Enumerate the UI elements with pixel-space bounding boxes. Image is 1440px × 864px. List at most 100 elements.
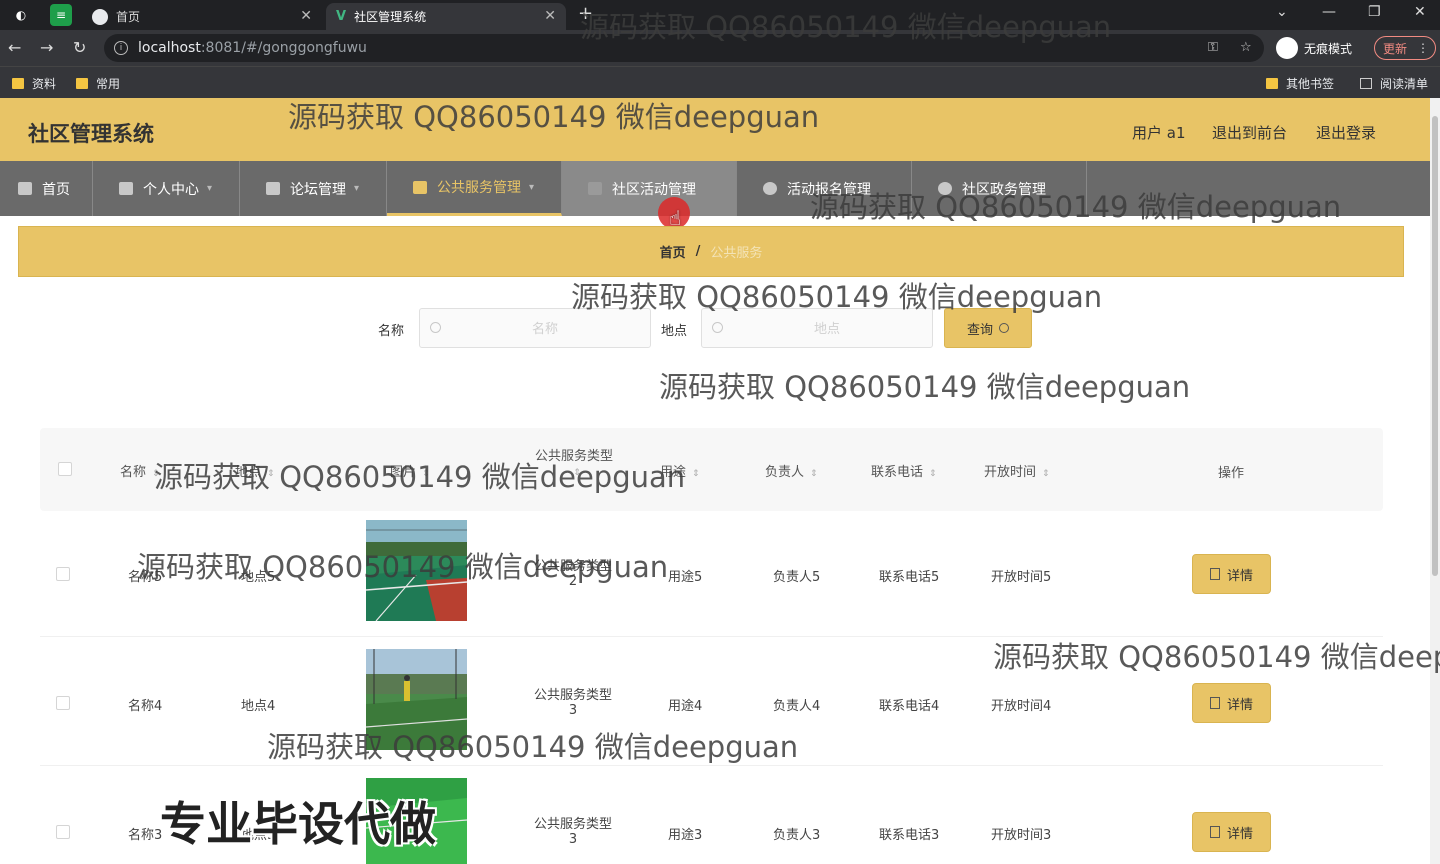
search-icon xyxy=(999,323,1009,333)
cell-place: 地点4 xyxy=(241,699,276,714)
app-icon[interactable]: ≡ xyxy=(50,4,72,26)
reading-list[interactable]: 阅读清单 xyxy=(1360,75,1428,92)
restore-button[interactable]: ❐ xyxy=(1368,4,1381,20)
cell-type: 公共服务类型 3 xyxy=(520,813,626,847)
tab-community-title: 社区管理系统 xyxy=(354,10,427,24)
tab-home[interactable]: 首页 ✕ xyxy=(82,3,322,30)
logout-link[interactable]: 退出登录 xyxy=(1316,122,1376,143)
incognito-badge[interactable]: 无痕模式 xyxy=(1276,36,1352,60)
watermark: 源码获取 QQ86050149 微信deepguan xyxy=(571,280,1103,314)
watermark: 源码获取 QQ86050149 微信deepguan xyxy=(580,10,1112,44)
forward-icon[interactable]: → xyxy=(40,38,53,57)
row-checkbox[interactable] xyxy=(56,825,70,839)
menu-item-home[interactable]: 首页 xyxy=(0,161,93,216)
detail-label: 详情 xyxy=(1226,568,1253,584)
minimize-button[interactable]: — xyxy=(1322,4,1336,20)
menu-label: 个人中心 xyxy=(143,181,199,198)
bookmark-folder[interactable]: 资料 xyxy=(12,75,56,92)
menu-item-forum[interactable]: 论坛管理 ▾ xyxy=(240,161,387,216)
document-icon xyxy=(1209,697,1220,709)
menu-item-profile[interactable]: 个人中心 ▾ xyxy=(93,161,240,216)
bookmark-label: 常用 xyxy=(96,77,121,91)
sort-icon[interactable]: ⇕ xyxy=(810,469,818,479)
tab-home-title: 首页 xyxy=(116,10,141,24)
detail-button[interactable]: 详情 xyxy=(1192,554,1271,594)
cell-phone: 联系电话4 xyxy=(879,699,940,714)
incognito-label: 无痕模式 xyxy=(1304,41,1353,56)
home-icon xyxy=(18,182,32,195)
sort-icon[interactable]: ⇕ xyxy=(1042,469,1050,479)
reading-list-icon xyxy=(1360,78,1372,89)
more-icon[interactable]: ⋮ xyxy=(1417,41,1429,55)
column-header-owner[interactable]: 负责人 ⇕ xyxy=(765,461,818,480)
page-scrollbar[interactable] xyxy=(1430,98,1440,864)
watermark: 源码获取 QQ86050149 微信deepguan xyxy=(267,730,799,764)
cell-phone: 联系电话5 xyxy=(879,570,940,585)
cell-open-time: 开放时间4 xyxy=(991,699,1052,714)
bookmark-folder[interactable]: 常用 xyxy=(76,75,120,92)
update-label: 更新 xyxy=(1383,41,1408,56)
app-title: 社区管理系统 xyxy=(28,122,154,146)
cell-open-time: 开放时间3 xyxy=(991,828,1052,843)
other-bookmarks[interactable]: 其他书签 xyxy=(1266,75,1334,92)
menu-item-public-service[interactable]: 公共服务管理 ▾ xyxy=(387,161,562,216)
column-header-phone[interactable]: 联系电话 ⇕ xyxy=(871,461,937,480)
overlay-banner: 专业毕设代做 xyxy=(160,797,436,851)
browser-menu-icon[interactable]: ◐ xyxy=(10,4,32,26)
tab-search-icon[interactable]: ⌄ xyxy=(1276,4,1288,20)
breadcrumb-separator: / xyxy=(695,244,701,259)
detail-button[interactable]: 详情 xyxy=(1192,683,1271,723)
type-number: 3 xyxy=(568,832,578,847)
row-checkbox[interactable] xyxy=(56,696,70,710)
type-text: 公共服务类型 xyxy=(533,688,612,703)
breadcrumb-current: 公共服务 xyxy=(710,246,763,261)
chevron-down-icon: ▾ xyxy=(529,181,535,193)
document-icon xyxy=(1209,568,1220,580)
place-search-input[interactable] xyxy=(732,317,922,341)
folder-icon xyxy=(12,78,24,89)
bookmark-label: 其他书签 xyxy=(1286,77,1335,91)
url-host: localhost xyxy=(138,40,201,56)
star-icon[interactable]: ☆ xyxy=(1240,40,1252,55)
reload-icon[interactable]: ↻ xyxy=(73,38,86,57)
search-icon xyxy=(430,322,441,333)
breadcrumb-home[interactable]: 首页 xyxy=(660,242,686,261)
cell-owner: 负责人4 xyxy=(773,699,821,714)
type-number: 3 xyxy=(568,703,578,718)
front-link[interactable]: 退出到前台 xyxy=(1212,122,1287,143)
column-title: 联系电话 xyxy=(871,465,924,480)
scrollbar-thumb[interactable] xyxy=(1432,116,1438,576)
window-close-button[interactable]: ✕ xyxy=(1414,4,1426,20)
breadcrumb: 首页 / 公共服务 xyxy=(18,226,1404,277)
close-icon[interactable]: ✕ xyxy=(544,8,556,24)
incognito-icon xyxy=(1276,37,1298,59)
bookmark-label: 资料 xyxy=(32,77,57,91)
close-icon[interactable]: ✕ xyxy=(300,8,312,24)
cell-usage: 用途5 xyxy=(668,570,703,585)
current-user: 用户 a1 xyxy=(1132,124,1186,142)
folder-icon xyxy=(76,78,88,89)
watermark: 源码获取 QQ86050149 微信deepguan xyxy=(154,460,686,494)
sort-icon[interactable]: ⇕ xyxy=(692,469,700,479)
name-search-input[interactable] xyxy=(450,317,640,341)
watermark: 源码获取 QQ86050149 微信deepguan xyxy=(137,550,669,584)
info-icon[interactable]: i xyxy=(114,41,128,55)
back-icon[interactable]: ← xyxy=(8,38,21,57)
watermark: 源码获取 QQ86050149 微信deepguan xyxy=(659,370,1191,404)
sort-icon[interactable]: ⇕ xyxy=(929,469,937,479)
watermark: 源码获取 QQ86050149 微信deepguan xyxy=(288,100,820,134)
column-title: 名称 xyxy=(120,465,147,480)
detail-button[interactable]: 详情 xyxy=(1192,812,1271,852)
cell-name: 名称4 xyxy=(128,699,163,714)
cell-type: 公共服务类型 3 xyxy=(520,684,626,718)
tab-community[interactable]: V 社区管理系统 ✕ xyxy=(326,3,566,30)
column-header-open-time[interactable]: 开放时间 ⇕ xyxy=(984,461,1050,480)
update-button[interactable]: 更新 ⋮ xyxy=(1374,36,1436,60)
chevron-down-icon: ▾ xyxy=(207,183,213,194)
cell-owner: 负责人3 xyxy=(773,828,821,843)
menu-item-community-activity[interactable]: 社区活动管理 xyxy=(562,161,737,216)
forum-icon xyxy=(266,182,280,195)
select-all-checkbox[interactable] xyxy=(58,462,72,476)
key-icon[interactable]: ⚿ xyxy=(1208,40,1218,55)
row-checkbox[interactable] xyxy=(56,567,70,581)
